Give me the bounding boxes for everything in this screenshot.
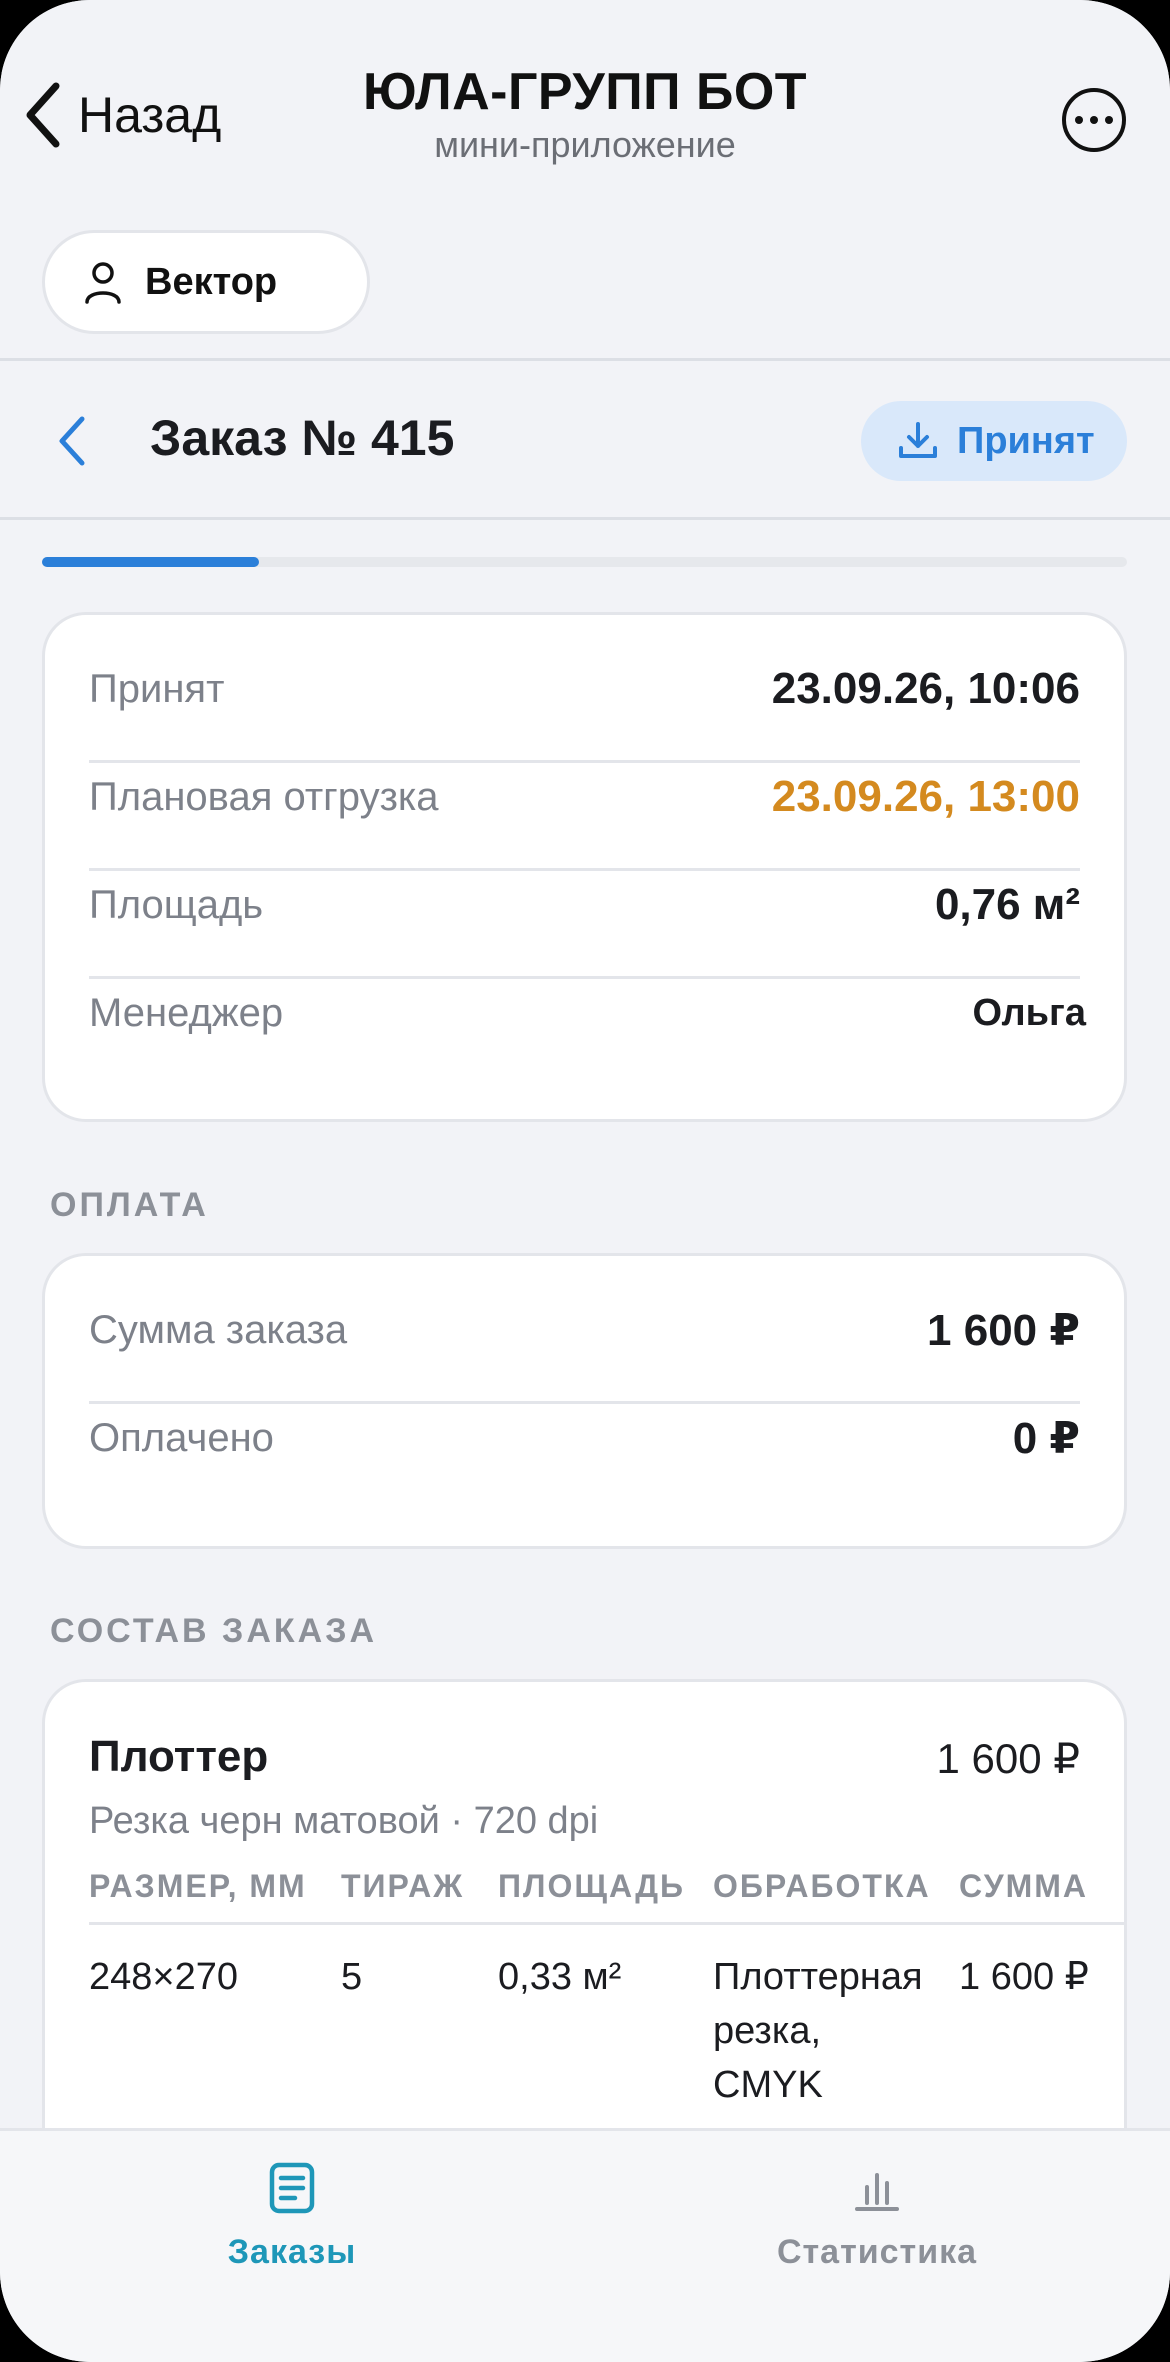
detail-value: 0,76 м²: [934, 880, 1080, 929]
detail-row-accepted: Принят 23.09.26, 10:06: [89, 635, 1080, 743]
user-icon: [85, 262, 121, 304]
composition-section-title: СОСТАВ ЗАКАЗА: [50, 1612, 378, 1650]
order-details-card: Принят 23.09.26, 10:06 Плановая отгрузка…: [42, 612, 1127, 1122]
order-header: Заказ № 415 Принят: [0, 361, 1170, 517]
order-title: Заказ № 415: [150, 410, 455, 466]
item-table[interactable]: РАЗМЕР, ММ ТИРАЖ ПЛОЩАДЬ ОБРАБОТКА СУММА…: [89, 1858, 1126, 2158]
detail-label: Плановая отгрузка: [89, 774, 439, 819]
column-header-processing: ОБРАБОТКА: [713, 1868, 931, 1904]
telegram-header: Назад ЮЛА-ГРУПП БОТ мини-приложение: [0, 0, 1170, 190]
detail-row-manager: Менеджер Ольга: [89, 959, 1086, 1067]
more-dots-icon: [1075, 116, 1083, 124]
column-header-size: РАЗМЕР, ММ: [89, 1868, 307, 1904]
tab-orders[interactable]: Заказы: [142, 2161, 442, 2272]
cell-size: 248×270: [89, 1956, 238, 1998]
detail-row-area: Площадь 0,76 м²: [89, 851, 1080, 959]
document-icon: [269, 2162, 315, 2214]
payment-section-title: ОПЛАТА: [50, 1186, 209, 1224]
item-name: Плоттер: [89, 1732, 269, 1781]
column-header-area: ПЛОЩАДЬ: [498, 1868, 686, 1904]
payment-value: 1 600 ₽: [927, 1305, 1080, 1355]
detail-value: Ольга: [972, 991, 1086, 1034]
payment-label: Сумма заказа: [89, 1307, 348, 1352]
item-price: 1 600 ₽: [936, 1735, 1081, 1782]
detail-label: Площадь: [89, 882, 264, 927]
payment-row-total: Сумма заказа 1 600 ₽: [89, 1276, 1080, 1384]
detail-value: 23.09.26, 13:00: [771, 772, 1080, 821]
column-header-qty: ТИРАЖ: [341, 1868, 465, 1904]
bar-chart-icon: [855, 2173, 899, 2211]
bot-title: ЮЛА-ГРУПП БОТ: [362, 63, 808, 121]
order-progress-bar: [42, 557, 1127, 567]
divider: [0, 517, 1170, 520]
order-status-button[interactable]: Принят: [861, 401, 1127, 481]
table-header-divider: [89, 1922, 1126, 1925]
item-description: Резка черн матовой · 720 dpi: [89, 1800, 599, 1842]
detail-row-shipment: Плановая отгрузка 23.09.26, 13:00: [89, 743, 1080, 851]
download-icon: [899, 422, 937, 458]
tab-label: Заказы: [227, 2233, 357, 2271]
payment-value: 0 ₽: [1012, 1413, 1080, 1463]
cell-qty: 5: [341, 1956, 363, 1998]
user-name: Вектор: [145, 260, 278, 303]
payment-card: Сумма заказа 1 600 ₽ Оплачено 0 ₽: [42, 1253, 1127, 1549]
cell-processing-line-3: CMYK: [713, 2064, 823, 2106]
order-back-icon[interactable]: [52, 413, 92, 469]
bottom-tab-bar: Заказы Статистика: [0, 2128, 1170, 2362]
user-switcher[interactable]: Вектор: [42, 230, 370, 334]
payment-label: Оплачено: [89, 1415, 274, 1460]
cell-sum: 1 600 ₽: [959, 1956, 1089, 1998]
detail-label: Принят: [89, 666, 225, 711]
more-options-button[interactable]: [1062, 88, 1126, 152]
cell-area: 0,33 м²: [498, 1956, 622, 1998]
tab-statistics[interactable]: Статистика: [727, 2161, 1027, 2272]
cell-processing-line-1: Плоттерная: [713, 1956, 923, 1998]
order-status-label: Принят: [957, 419, 1095, 462]
phone-screen: Назад ЮЛА-ГРУПП БОТ мини-приложение Вект…: [0, 0, 1170, 2362]
tab-label: Статистика: [776, 2233, 978, 2271]
column-header-sum: СУММА: [959, 1868, 1089, 1904]
payment-row-paid: Оплачено 0 ₽: [89, 1384, 1080, 1492]
bot-subtitle: мини-приложение: [434, 124, 736, 165]
detail-label: Менеджер: [89, 990, 284, 1035]
cell-processing-line-2: резка,: [713, 2010, 822, 2052]
detail-value: 23.09.26, 10:06: [771, 664, 1080, 713]
order-progress-fill: [42, 557, 259, 567]
